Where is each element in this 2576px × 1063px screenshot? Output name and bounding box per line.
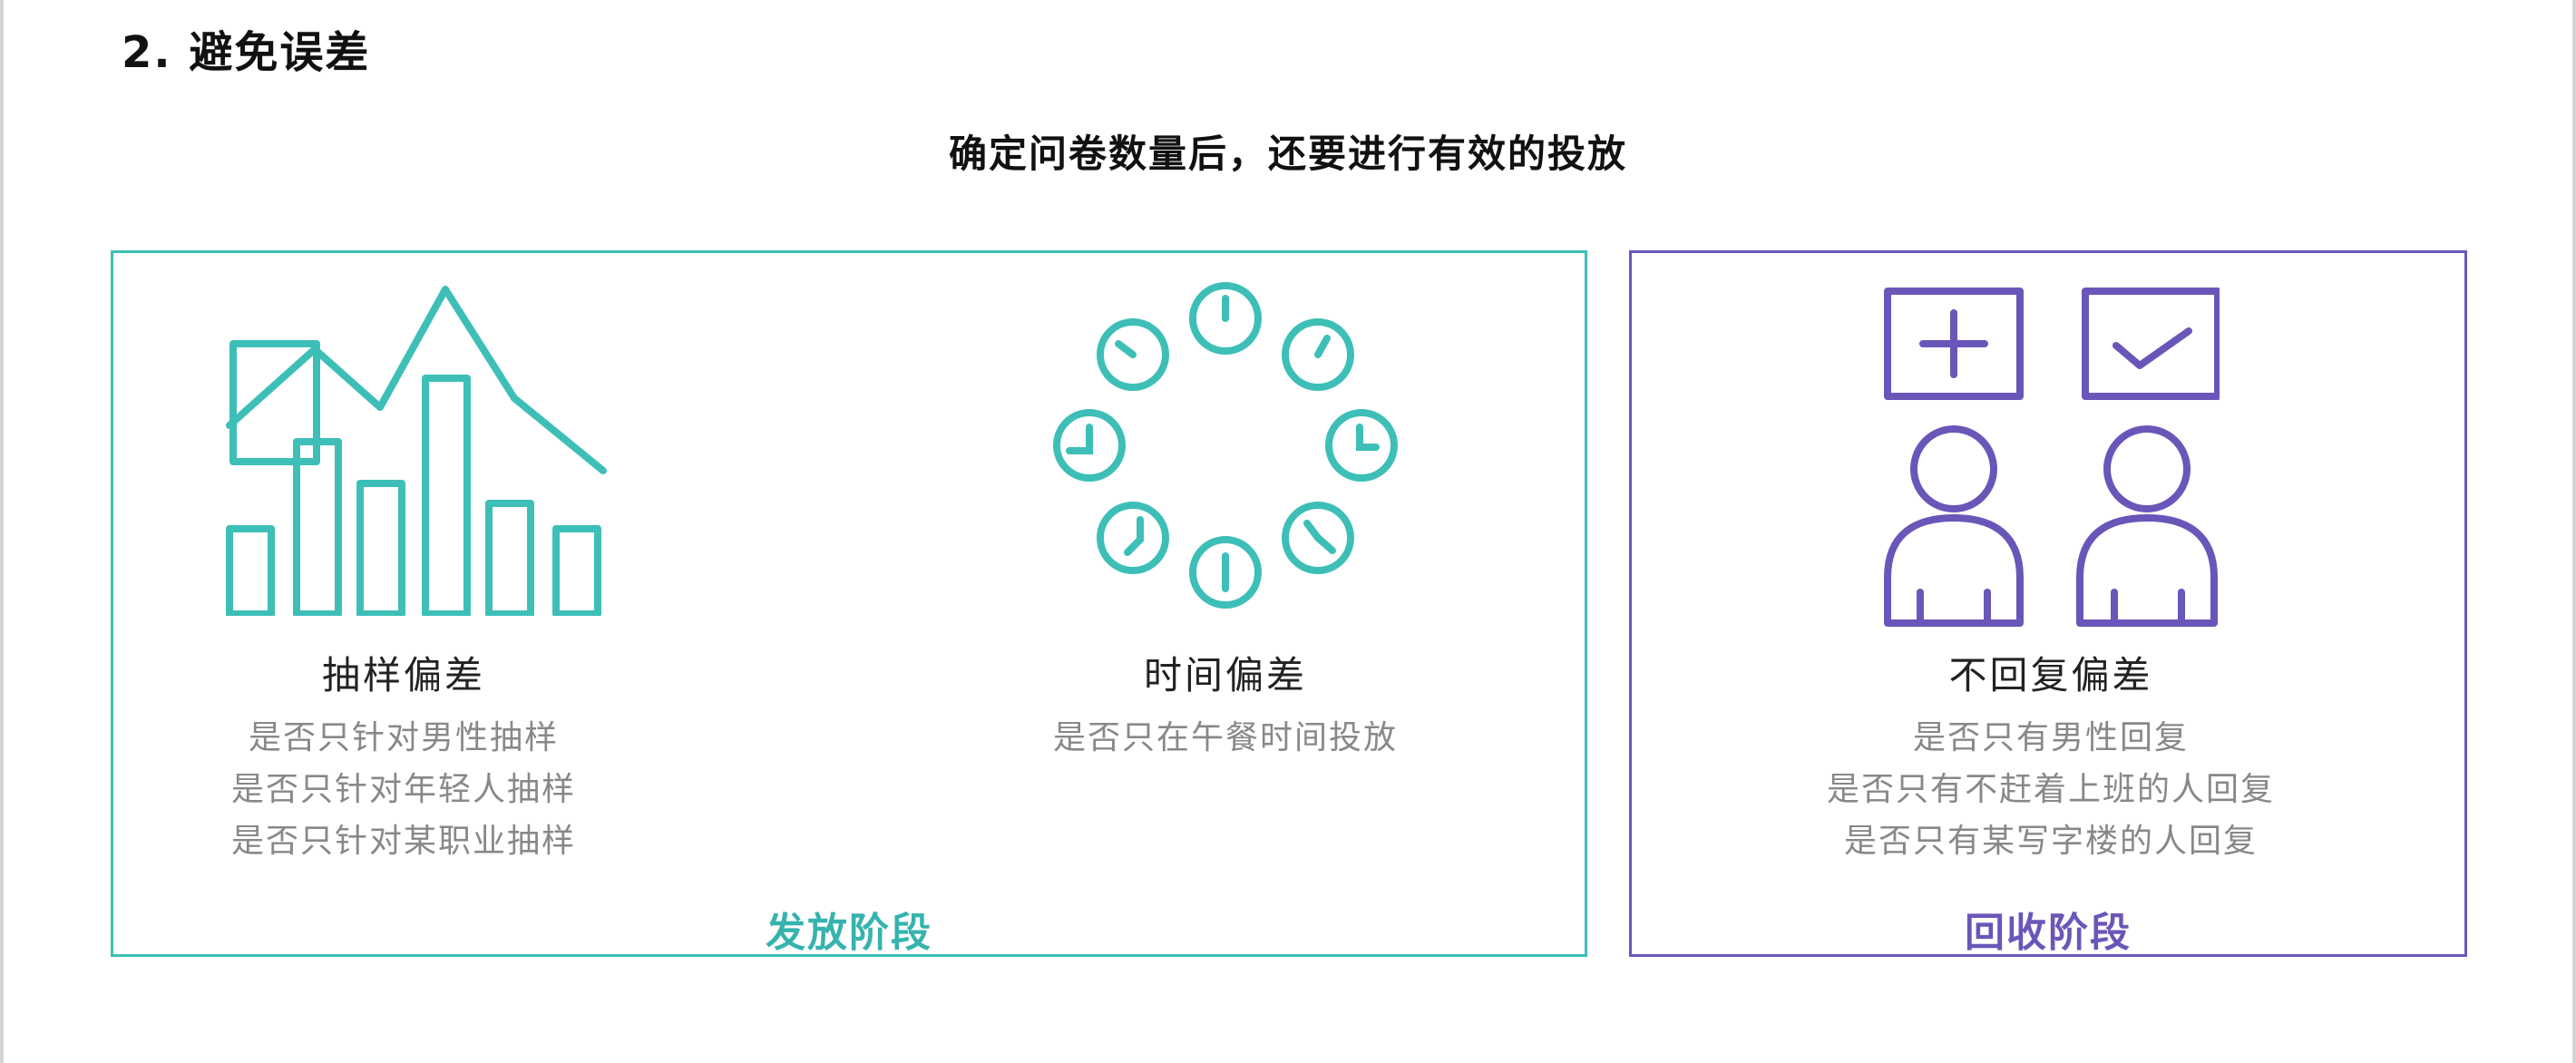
time-bias-item: 时间偏差 是否只在午餐时间投放	[1026, 650, 1425, 764]
sampling-bias-item: 抽样偏差 是否只针对男性抽样 是否只针对年轻人抽样 是否只针对某职业抽样	[222, 650, 585, 867]
section-heading: 2. 避免误差	[122, 27, 371, 78]
trend-line	[226, 286, 607, 474]
desc-line: 是否只在午餐时间投放	[1052, 719, 1398, 756]
item-description: 是否只在午餐时间投放	[1026, 712, 1425, 764]
desc-line: 是否只有某写字楼的人回复	[1843, 823, 2258, 860]
bar	[356, 480, 405, 616]
stage-label: 回收阶段	[1965, 910, 2132, 956]
stage-label: 发放阶段	[766, 910, 932, 956]
bar-chart-trend-icon	[226, 286, 607, 616]
bar	[422, 375, 471, 616]
collection-stage-panel: 不回复偏差 是否只有男性回复 是否只有不赶着上班的人回复 是否只有某写字楼的人回…	[1629, 250, 2467, 957]
item-title: 时间偏差	[1143, 653, 1307, 697]
subtitle: 确定问卷数量后，还要进行有效的投放	[948, 132, 1627, 176]
desc-line: 是否只有不赶着上班的人回复	[1826, 771, 2275, 808]
distribution-stage-panel: 抽样偏差 是否只针对男性抽样 是否只针对年轻人抽样 是否只针对某职业抽样 时间偏…	[111, 250, 1587, 957]
bar	[552, 525, 601, 616]
nonresponse-bias-item: 不回复偏差 是否只有男性回复 是否只有不赶着上班的人回复 是否只有某写字楼的人回…	[1779, 650, 2323, 867]
item-title: 抽样偏差	[321, 653, 485, 697]
item-description: 是否只有男性回复 是否只有不赶着上班的人回复 是否只有某写字楼的人回复	[1779, 712, 2323, 867]
item-title: 不回复偏差	[1948, 653, 2153, 697]
desc-line: 是否只有男性回复	[1912, 719, 2189, 756]
clock-ring-icon	[1053, 282, 1398, 609]
bar	[485, 500, 534, 616]
bar	[226, 525, 275, 616]
desc-line: 是否只针对某职业抽样	[230, 823, 576, 860]
users-response-icon	[1884, 288, 2220, 627]
desc-line: 是否只针对男性抽样	[248, 719, 559, 756]
desc-line: 是否只针对年轻人抽样	[230, 771, 576, 808]
bar	[293, 438, 342, 616]
check-box	[2082, 288, 2220, 400]
item-description: 是否只针对男性抽样 是否只针对年轻人抽样 是否只针对某职业抽样	[222, 712, 585, 867]
